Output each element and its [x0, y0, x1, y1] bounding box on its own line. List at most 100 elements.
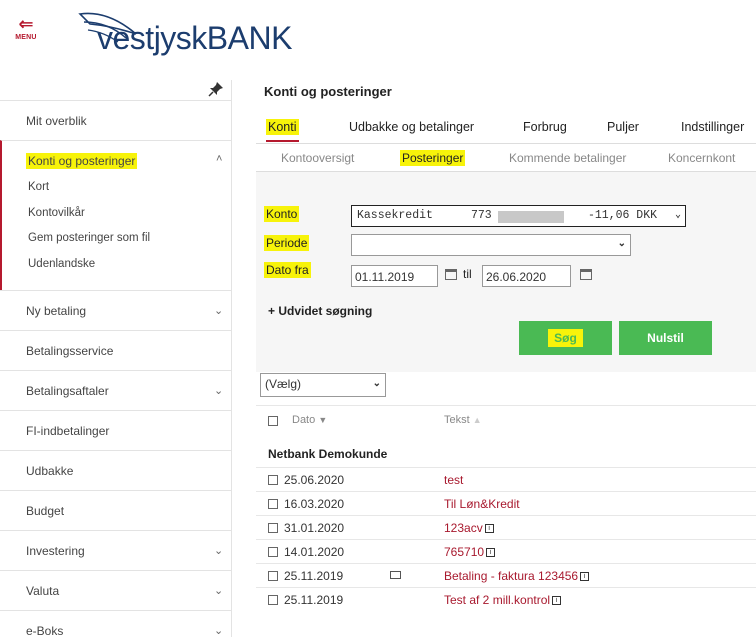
subtab-koncernkonti[interactable]: Koncernkont — [668, 151, 735, 165]
udvidet-sogning-link[interactable]: + Udvidet søgning — [268, 304, 372, 318]
table-row[interactable]: 25.11.2019 Test af 2 mill.kontrol i — [256, 587, 756, 611]
mail-icon[interactable] — [390, 571, 401, 579]
row-text: Betaling - faktura 123456 — [444, 569, 579, 583]
sidebar-item-label: Ny betaling — [26, 304, 87, 318]
menu-arrow-icon: ⇐ — [18, 14, 34, 34]
menu-label: MENU — [15, 34, 37, 41]
sidebar-group-konti: Konti og posteringer ˄ Kort Kontovilkår … — [0, 140, 232, 290]
row-checkbox[interactable] — [268, 475, 278, 485]
periode-select[interactable]: ⌄ — [351, 234, 631, 256]
info-icon[interactable]: i — [580, 572, 590, 582]
calendar-icon[interactable] — [445, 269, 457, 280]
sidebar-item-betalingsservice[interactable]: Betalingsservice — [0, 330, 232, 370]
select-all-checkbox[interactable] — [268, 416, 278, 426]
sidebar-item-label: Udbakke — [26, 464, 74, 478]
sort-asc-icon: ▲ — [472, 415, 482, 425]
row-checkbox[interactable] — [268, 571, 278, 581]
konto-number: 773 — [471, 209, 492, 222]
sidebar-subitem-kort[interactable]: Kort — [28, 181, 49, 193]
subtab-posteringer[interactable]: Posteringer — [400, 150, 466, 166]
chevron-down-icon: ⌄ — [617, 238, 626, 249]
search-button[interactable]: Søg — [519, 321, 612, 355]
sidebar-item-valuta[interactable]: Valuta ⌄ — [0, 570, 232, 610]
tab-forbrug[interactable]: Forbrug — [523, 120, 567, 134]
search-button-label: Søg — [548, 329, 583, 347]
sidebar-item-fi-indbetalinger[interactable]: FI-indbetalinger — [0, 410, 232, 450]
chevron-up-icon[interactable]: ˄ — [216, 153, 222, 165]
row-text-cell[interactable]: Test af 2 mill.kontrol i — [444, 593, 562, 607]
chevron-down-icon: ⌄ — [214, 585, 224, 597]
sidebar-item-mit-overblik[interactable]: Mit overblik — [0, 100, 232, 140]
sidebar-item-label: FI-indbetalinger — [26, 424, 110, 438]
row-date: 14.01.2020 — [284, 545, 345, 559]
til-label: til — [463, 267, 472, 281]
row-checkbox[interactable] — [268, 595, 278, 605]
row-text[interactable]: test — [444, 473, 463, 487]
sidebar-item-investering[interactable]: Investering ⌄ — [0, 530, 232, 570]
action-select[interactable]: (Vælg) ⌄ — [260, 373, 386, 397]
menu-button[interactable]: ⇐ MENU — [14, 14, 38, 46]
tab-puljer[interactable]: Puljer — [607, 120, 639, 134]
reset-button[interactable]: Nulstil — [619, 321, 712, 355]
sidebar-item-label: Investering — [26, 544, 85, 558]
row-date: 16.03.2020 — [284, 497, 345, 511]
konto-label: Konto — [264, 206, 300, 222]
dato-til-value: 26.06.2020 — [486, 270, 547, 284]
sidebar-item-betalingsaftaler[interactable]: Betalingsaftaler ⌄ — [0, 370, 232, 410]
column-tekst[interactable]: Tekst ▲ — [444, 414, 482, 426]
row-text: 765710 — [444, 545, 485, 559]
row-checkbox[interactable] — [268, 523, 278, 533]
sidebar-subitem-gem-posteringer[interactable]: Gem posteringer som fil — [28, 232, 150, 244]
sidebar-item-label: Betalingsaftaler — [26, 384, 109, 398]
info-icon[interactable]: i — [486, 548, 496, 558]
tab-konti[interactable]: Konti — [266, 119, 299, 142]
chevron-down-icon: ⌄ — [214, 625, 224, 637]
subtab-kommende-betalinger[interactable]: Kommende betalinger — [509, 151, 626, 165]
row-checkbox[interactable] — [268, 547, 278, 557]
dato-til-input[interactable]: 26.06.2020 — [482, 265, 571, 287]
tab-indstillinger[interactable]: Indstillinger — [681, 120, 744, 134]
column-tekst-label: Tekst — [444, 414, 470, 426]
column-dato[interactable]: Dato ▼ — [292, 414, 327, 426]
row-text-cell[interactable]: 765710 i — [444, 545, 496, 559]
sidebar-item-udbakke[interactable]: Udbakke — [0, 450, 232, 490]
sidebar-item-konti-og-posteringer[interactable]: Konti og posteringer — [26, 153, 138, 169]
chevron-down-icon: ⌄ — [214, 385, 224, 397]
sidebar: Mit overblik Konti og posteringer ˄ Kort… — [0, 80, 232, 637]
table-row[interactable]: 25.11.2019 Betaling - faktura 123456 i — [256, 563, 756, 587]
row-date: 25.06.2020 — [284, 473, 345, 487]
row-text[interactable]: Til Løn&Kredit — [444, 497, 520, 511]
subtab-kontooversigt[interactable]: Kontooversigt — [281, 151, 354, 165]
sidebar-subitem-kontovilkar[interactable]: Kontovilkår — [28, 207, 85, 219]
konto-select[interactable]: Kassekredit 773 -11,06 DKK ⌄ — [351, 205, 686, 227]
table-row[interactable]: 16.03.2020 Til Løn&Kredit — [256, 491, 756, 515]
info-icon[interactable]: i — [484, 524, 494, 534]
sidebar-subitem-udenlandske[interactable]: Udenlandske — [28, 258, 95, 270]
row-text-cell[interactable]: Betaling - faktura 123456 i — [444, 569, 590, 583]
row-date: 25.11.2019 — [284, 593, 344, 607]
sort-desc-icon: ▼ — [318, 415, 328, 425]
dato-fra-value: 01.11.2019 — [355, 270, 415, 284]
dato-fra-input[interactable]: 01.11.2019 — [351, 265, 438, 287]
chevron-down-icon: ⌄ — [372, 378, 381, 389]
table-row[interactable]: 25.06.2020 test — [256, 467, 756, 491]
info-icon[interactable]: i — [552, 596, 562, 606]
table-row[interactable]: 14.01.2020 765710 i — [256, 539, 756, 563]
search-form: Konto Kassekredit 773 -11,06 DKK ⌄ Perio… — [256, 172, 756, 372]
pin-icon[interactable] — [208, 81, 224, 97]
konto-name: Kassekredit — [357, 209, 433, 222]
tab-udbakke-og-betalinger[interactable]: Udbakke og betalinger — [349, 120, 474, 134]
calendar-icon[interactable] — [580, 269, 592, 280]
table-row[interactable]: 31.01.2020 123acv i — [256, 515, 756, 539]
sidebar-item-label: Valuta — [26, 584, 60, 598]
row-text: 123acv — [444, 521, 483, 535]
sidebar-item-e-boks[interactable]: e-Boks ⌄ — [0, 610, 232, 637]
row-date: 25.11.2019 — [284, 569, 344, 583]
sidebar-item-label: Betalingsservice — [26, 344, 114, 358]
sidebar-item-ny-betaling[interactable]: Ny betaling ⌄ — [0, 290, 232, 330]
row-text-cell[interactable]: 123acv i — [444, 521, 494, 535]
top-bar: ⇐ MENU vestjyskBANK — [0, 0, 756, 62]
sidebar-item-budget[interactable]: Budget — [0, 490, 232, 530]
row-checkbox[interactable] — [268, 499, 278, 509]
bank-logo-text[interactable]: vestjyskBANK — [97, 20, 292, 57]
